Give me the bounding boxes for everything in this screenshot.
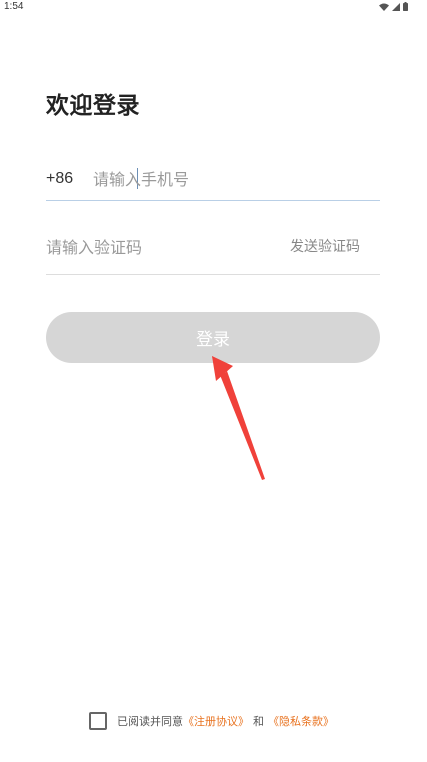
code-field-row: 发送验证码 <box>46 226 380 275</box>
wifi-icon <box>379 3 389 11</box>
send-code-button[interactable]: 发送验证码 <box>290 236 360 256</box>
annotation-arrow-shape <box>212 356 265 480</box>
status-time: 1:54 <box>4 1 24 12</box>
phone-field-row: +86 <box>46 160 380 201</box>
page-title: 欢迎登录 <box>46 93 140 119</box>
verification-code-input[interactable] <box>46 232 266 262</box>
agreement-and: 和 <box>253 715 264 728</box>
agreement-text: 已阅读并同意 <box>117 715 183 728</box>
register-agreement-link[interactable]: 《注册协议》 <box>183 713 249 729</box>
login-button[interactable]: 登录 <box>46 312 380 363</box>
country-code[interactable]: +86 <box>46 170 73 188</box>
privacy-terms-link[interactable]: 《隐私条款》 <box>268 713 334 729</box>
status-bar: 1:54 <box>0 0 427 14</box>
battery-icon <box>403 2 408 11</box>
agreement-row: 已阅读并同意 《注册协议》 和 《隐私条款》 <box>89 710 334 732</box>
phone-input[interactable] <box>93 164 373 194</box>
status-icons <box>379 2 408 11</box>
signal-icon <box>392 2 400 11</box>
agree-checkbox[interactable] <box>89 712 107 730</box>
